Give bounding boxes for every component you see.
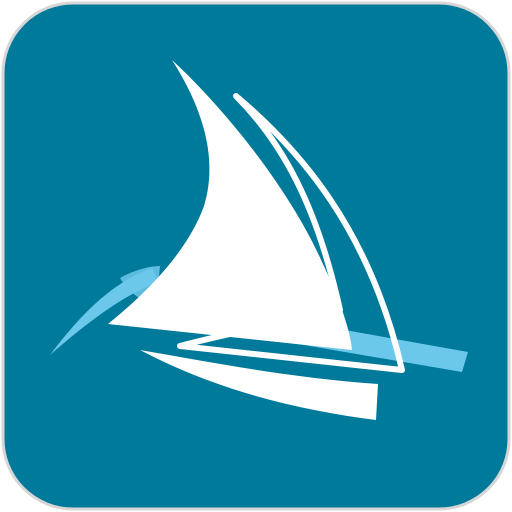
sailboat-app-icon (1, 1, 511, 511)
app-icon-stage (0, 0, 512, 512)
